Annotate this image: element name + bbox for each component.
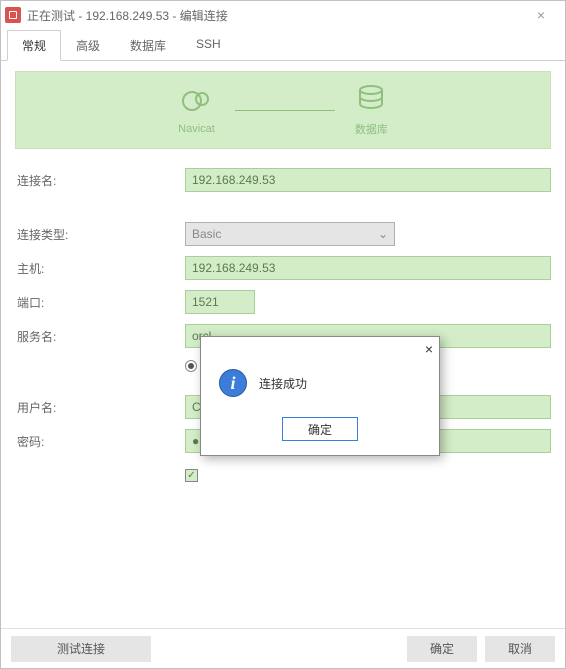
tab-general[interactable]: 常规 <box>7 30 61 61</box>
cancel-button[interactable]: 取消 <box>485 636 555 662</box>
tab-advanced[interactable]: 高级 <box>61 30 115 61</box>
conn-type-select[interactable]: Basic ⌄ <box>185 222 395 246</box>
tab-ssh[interactable]: SSH <box>181 30 236 61</box>
database-label: 数据库 <box>355 121 388 137</box>
window-title: 正在测试 - 192.168.249.53 - 编辑连接 <box>27 7 521 24</box>
dialog-message: 连接成功 <box>259 375 307 392</box>
edit-connection-window: 正在测试 - 192.168.249.53 - 编辑连接 × 常规 高级 数据库… <box>0 0 566 669</box>
password-label: 密码: <box>15 433 185 450</box>
host-input[interactable] <box>185 256 551 280</box>
dialog-buttons: 确定 <box>201 413 439 455</box>
dialog-ok-button[interactable]: 确定 <box>282 417 358 441</box>
port-input[interactable] <box>185 290 255 314</box>
navicat-label: Navicat <box>178 123 215 135</box>
navicat-icon: Navicat <box>178 85 215 135</box>
test-connection-button[interactable]: 测试连接 <box>11 636 151 662</box>
port-label: 端口: <box>15 294 185 311</box>
ok-button[interactable]: 确定 <box>407 636 477 662</box>
dialog-close-button[interactable]: × <box>425 341 433 357</box>
connection-line <box>235 110 335 111</box>
dialog-titlebar: × <box>201 337 439 361</box>
tab-database[interactable]: 数据库 <box>115 30 181 61</box>
conn-type-value: Basic <box>192 227 221 241</box>
save-password-checkbox[interactable]: ✓ <box>185 469 198 482</box>
username-label: 用户名: <box>15 399 185 416</box>
row-conn-type: 连接类型: Basic ⌄ <box>15 221 551 247</box>
window-close-button[interactable]: × <box>521 7 561 23</box>
row-save-password: ✓ <box>15 462 551 488</box>
service-label: 服务名: <box>15 328 185 345</box>
radio-icon <box>185 360 197 372</box>
chevron-down-icon: ⌄ <box>378 227 388 241</box>
info-icon: i <box>219 369 247 397</box>
row-conn-name: 连接名: <box>15 167 551 193</box>
conn-type-label: 连接类型: <box>15 226 185 243</box>
row-port: 端口: <box>15 289 551 315</box>
tab-bar: 常规 高级 数据库 SSH <box>1 29 565 61</box>
database-icon: 数据库 <box>355 83 388 137</box>
footer: 测试连接 确定 取消 <box>1 628 565 668</box>
conn-name-label: 连接名: <box>15 172 185 189</box>
message-dialog: × i 连接成功 确定 <box>200 336 440 456</box>
dialog-body: i 连接成功 <box>201 361 439 413</box>
conn-name-input[interactable] <box>185 168 551 192</box>
check-icon: ✓ <box>187 470 195 481</box>
host-label: 主机: <box>15 260 185 277</box>
row-host: 主机: <box>15 255 551 281</box>
app-icon <box>5 7 21 23</box>
titlebar: 正在测试 - 192.168.249.53 - 编辑连接 × <box>1 1 565 29</box>
connection-banner: Navicat 数据库 <box>15 71 551 149</box>
